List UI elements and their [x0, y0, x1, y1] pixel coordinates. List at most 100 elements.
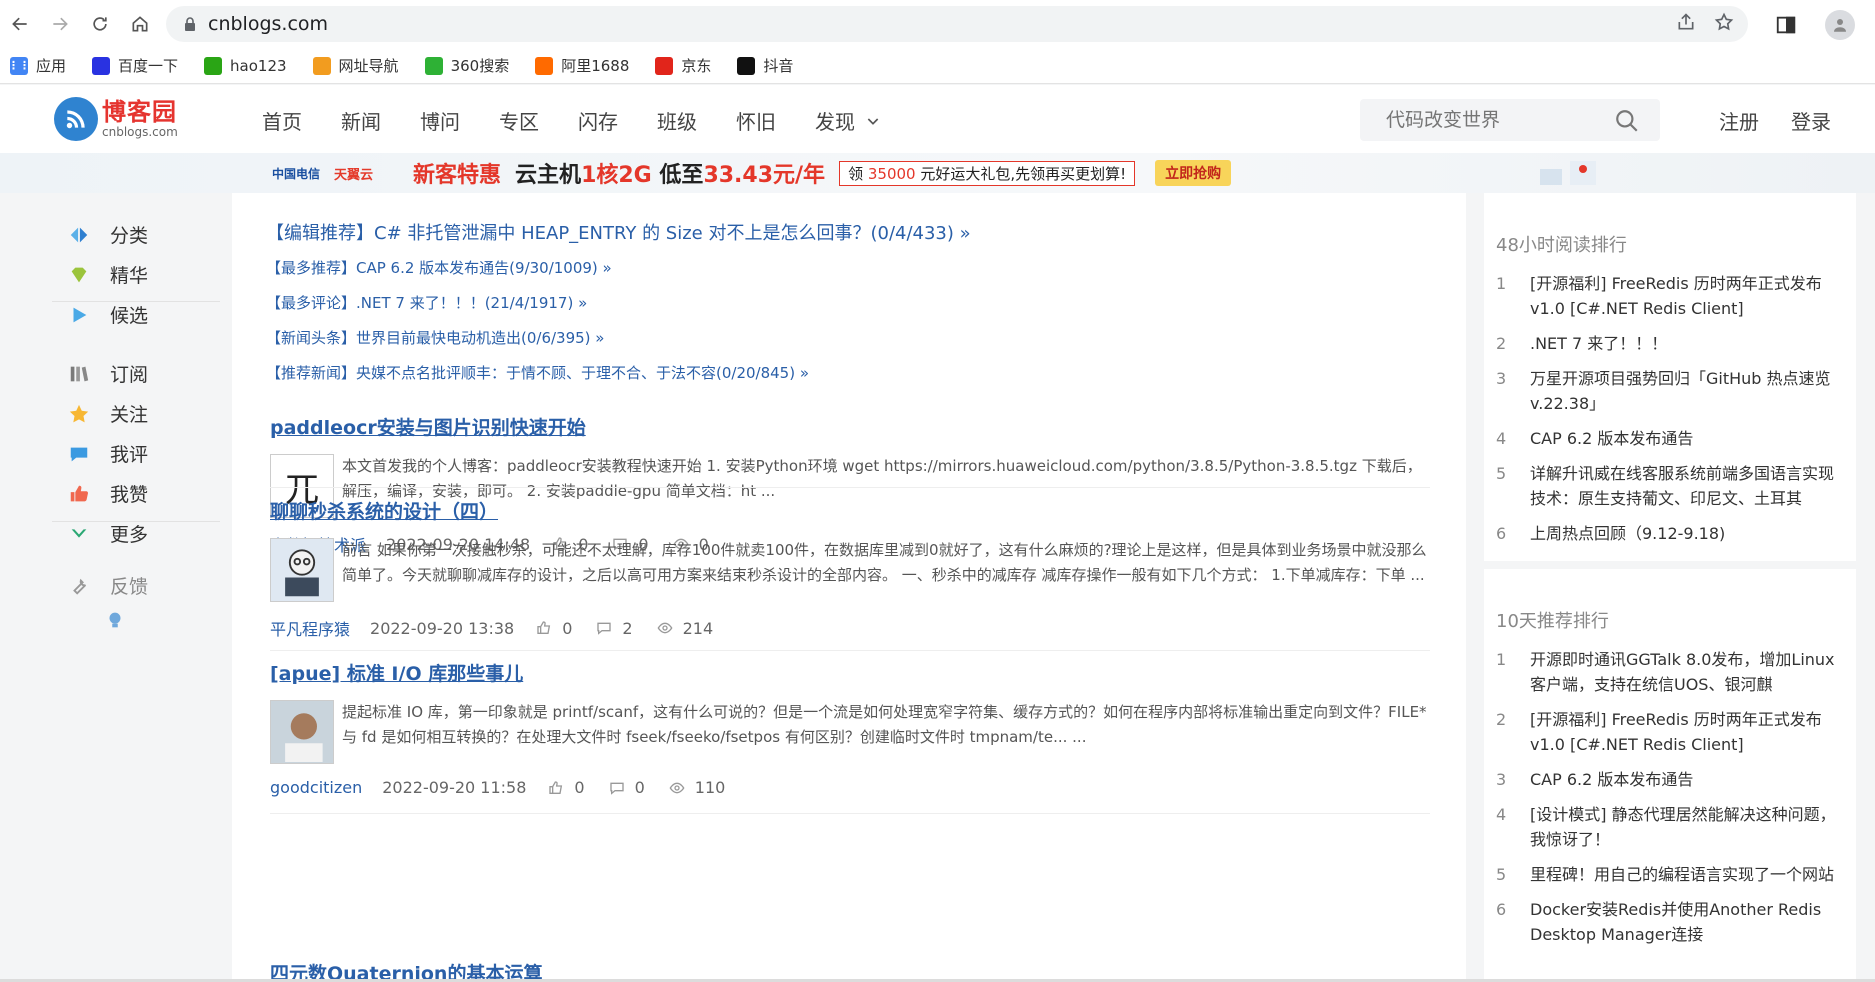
bookmark-item[interactable]: 京东: [655, 55, 711, 76]
rank-item[interactable]: 4 CAP 6.2 版本发布通告: [1496, 426, 1848, 451]
banner-promo: 新客特惠: [413, 163, 502, 188]
post-title[interactable]: paddleocr安装与图片识别快速开始: [270, 413, 1430, 440]
headline-news-top[interactable]: 【新闻头条】世界目前最快电动机造出(0/6/395) »: [266, 327, 604, 348]
category-icon: [68, 224, 90, 246]
reload-icon: [93, 17, 107, 31]
bookmark-item[interactable]: hao123: [204, 56, 287, 75]
search-icon[interactable]: [1614, 108, 1640, 134]
rank-number: 4: [1496, 429, 1507, 448]
author-avatar[interactable]: [270, 538, 334, 602]
side-panel-icon[interactable]: [1775, 14, 1797, 36]
rank-item[interactable]: 6 Docker安装Redis并使用Another Redis Desktop M…: [1496, 897, 1848, 947]
sidebar-item-my-comments[interactable]: 我评: [68, 440, 148, 467]
sidebar-item-label: 反馈: [110, 576, 149, 598]
site-logo[interactable]: 博客园 cnblogs.com: [54, 97, 178, 141]
forward-button[interactable]: [40, 4, 80, 44]
rank-number: 1: [1496, 650, 1507, 669]
rank-item[interactable]: 4 [设计模式] 静态代理居然能解决这种问题，我惊讶了！: [1496, 802, 1848, 852]
nav-nostalgia[interactable]: 怀旧: [736, 106, 776, 135]
rank-title: 开源即时通讯GGTalk 8.0发布，增加Linux客户端，支持在统信UOS、银…: [1530, 650, 1835, 694]
rank-item[interactable]: 2 [开源福利] FreeRedis 历时两年正式发布 v1.0 [C#.NET …: [1496, 707, 1848, 757]
post-likes[interactable]: 0: [536, 619, 572, 638]
sidebar-item-follow[interactable]: 关注: [68, 400, 148, 427]
books-icon: [68, 363, 90, 385]
bookmark-item[interactable]: 百度一下: [92, 55, 178, 76]
headline-recommended-news[interactable]: 【推荐新闻】央媒不点名批评顺丰：于情不顾、于理不合、于法不容(0/20/845)…: [266, 362, 809, 383]
profile-avatar[interactable]: [1825, 10, 1855, 40]
bookmark-item[interactable]: 阿里1688: [535, 55, 629, 76]
nav-news[interactable]: 新闻: [341, 106, 381, 135]
bookmark-label: 应用: [36, 57, 67, 75]
author-avatar[interactable]: [270, 700, 334, 764]
sidebar-item-feedback[interactable]: 反馈: [68, 572, 148, 599]
rank-item[interactable]: 6 上周热点回顾（9.12-9.18): [1496, 521, 1848, 546]
thumbs-up-icon: [537, 621, 551, 634]
site-header: 博客园 cnblogs.com 首页 新闻 博问 专区 闪存 班级 怀旧 发现 …: [0, 85, 1875, 153]
post-author[interactable]: goodcitizen: [270, 778, 362, 797]
bookmark-item[interactable]: 网址导航: [312, 55, 399, 76]
post-date: 2022-09-20 13:38: [370, 618, 515, 638]
banner-offer-mid: 低至: [659, 163, 704, 188]
post-item: [apue] 标准 I/O 库那些事儿 提起标准 IO 库，第一印象就是 pri…: [270, 659, 1430, 797]
chevron-down-icon: [68, 523, 90, 545]
nav-class[interactable]: 班级: [657, 106, 697, 135]
rank-item[interactable]: 5 详解升讯威在线客服系统前端多国语言实现技术：原生支持葡文、印尼文、土耳其: [1496, 461, 1848, 511]
address-bar[interactable]: cnblogs.com: [166, 6, 1748, 42]
bookmark-label: hao123: [230, 56, 287, 75]
post-likes[interactable]: 0: [548, 778, 585, 797]
sidebar-item-my-likes[interactable]: 我赞: [68, 480, 148, 507]
sidebar-item-featured[interactable]: 精华: [68, 261, 148, 288]
reload-button[interactable]: [80, 4, 120, 44]
rank-item[interactable]: 3 万星开源项目强势回归「GitHub 热点速览 v.22.38」: [1496, 366, 1848, 416]
headline-editor-pick[interactable]: 【编辑推荐】C# 非托管泄漏中 HEAP_ENTRY 的 Size 对不上是怎么…: [266, 219, 971, 245]
rank-item[interactable]: 3 CAP 6.2 版本发布通告: [1496, 767, 1848, 792]
login-link[interactable]: 登录: [1791, 106, 1831, 135]
post-author[interactable]: 平凡程序猿: [270, 616, 350, 640]
back-button[interactable]: [0, 4, 40, 44]
bookmark-item[interactable]: ⋮⋮ 应用: [8, 55, 67, 76]
lightbulb-button[interactable]: [104, 609, 146, 631]
sidebar-item-more[interactable]: 更多: [68, 520, 148, 547]
post-divider: [270, 813, 1430, 814]
home-button[interactable]: [120, 4, 160, 44]
comment-icon: [597, 622, 612, 635]
panel-title: 10天推荐排行: [1496, 611, 1609, 632]
banner-buy-button[interactable]: 立即抢购: [1155, 160, 1232, 186]
post-views-count: 214: [682, 618, 714, 638]
sidebar-item-candidate[interactable]: 候选: [68, 301, 148, 328]
bookmark-star-icon[interactable]: [1714, 12, 1734, 32]
comment-icon: [68, 443, 90, 465]
banner-box-suffix: 元好运大礼包,先领再买更划算!: [920, 164, 1127, 183]
rank-item[interactable]: 2 .NET 7 来了！！！: [1496, 331, 1848, 356]
rank-item[interactable]: 1 开源即时通讯GGTalk 8.0发布，增加Linux客户端，支持在统信UOS、…: [1496, 647, 1848, 697]
search-input[interactable]: [1360, 109, 1600, 131]
nav-zones[interactable]: 专区: [499, 106, 539, 135]
hao123-icon: [204, 56, 223, 75]
nav-questions[interactable]: 博问: [420, 106, 460, 135]
post-likes-count: 0: [574, 778, 585, 797]
share-icon[interactable]: [1676, 12, 1696, 32]
ad-banner[interactable]: 中国电信 天翼云 新客特惠 云主机1核2G 低至33.43元/年 领 35000…: [0, 153, 1875, 193]
sidebar-item-category[interactable]: 分类: [68, 221, 148, 248]
post-comments[interactable]: 2: [596, 619, 633, 638]
bookmark-label: 抖音: [763, 57, 794, 75]
rank-number: 1: [1496, 274, 1507, 293]
nav-discover[interactable]: 发现: [815, 106, 881, 135]
star-icon: [68, 403, 90, 425]
bookmark-item[interactable]: 抖音: [737, 55, 793, 76]
post-title[interactable]: [apue] 标准 I/O 库那些事儿: [270, 659, 1430, 686]
rank-item[interactable]: 1 [开源福利] FreeRedis 历时两年正式发布 v1.0 [C#.NET …: [1496, 271, 1848, 321]
panel-title: 48小时阅读排行: [1496, 235, 1627, 256]
bookmark-item[interactable]: 360搜索: [424, 55, 509, 76]
nav-ing[interactable]: 闪存: [578, 106, 618, 135]
headline-most-recommended[interactable]: 【最多推荐】CAP 6.2 版本发布通告(9/30/1009) »: [266, 257, 612, 278]
post-comments[interactable]: 0: [609, 778, 645, 797]
sidebar-item-subscribe[interactable]: 订阅: [68, 360, 148, 387]
rank-number: 5: [1496, 464, 1507, 483]
post-title[interactable]: 聊聊秒杀系统的设计（四）: [270, 497, 1430, 524]
nav-home[interactable]: 首页: [262, 106, 302, 135]
rank-item[interactable]: 5 里程碑！用自己的编程语言实现了一个网站: [1496, 862, 1848, 887]
register-link[interactable]: 注册: [1719, 106, 1759, 135]
headline-most-commented[interactable]: 【最多评论】.NET 7 来了！！！(21/4/1917) »: [266, 292, 587, 313]
rank-title: 上周热点回顾（9.12-9.18): [1530, 524, 1726, 543]
